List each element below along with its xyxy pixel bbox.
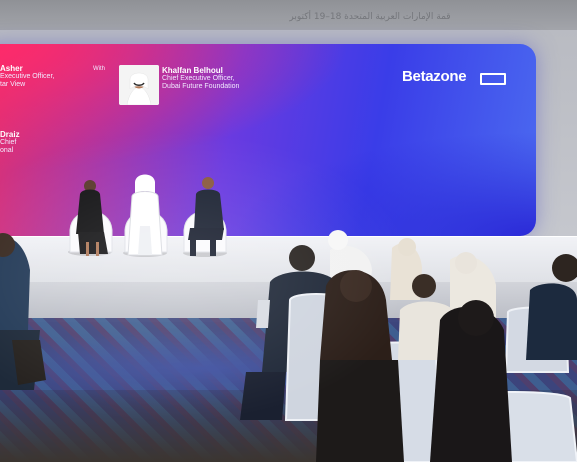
- audience-person-left-edge: [0, 233, 46, 390]
- audience-man-right-edge: [526, 254, 577, 360]
- conference-scene: قمة الإمارات العربية المتحدة 18–19 أكتوب…: [0, 0, 577, 462]
- audience-area: [0, 230, 577, 462]
- audience-woman-black-dress: [430, 300, 512, 462]
